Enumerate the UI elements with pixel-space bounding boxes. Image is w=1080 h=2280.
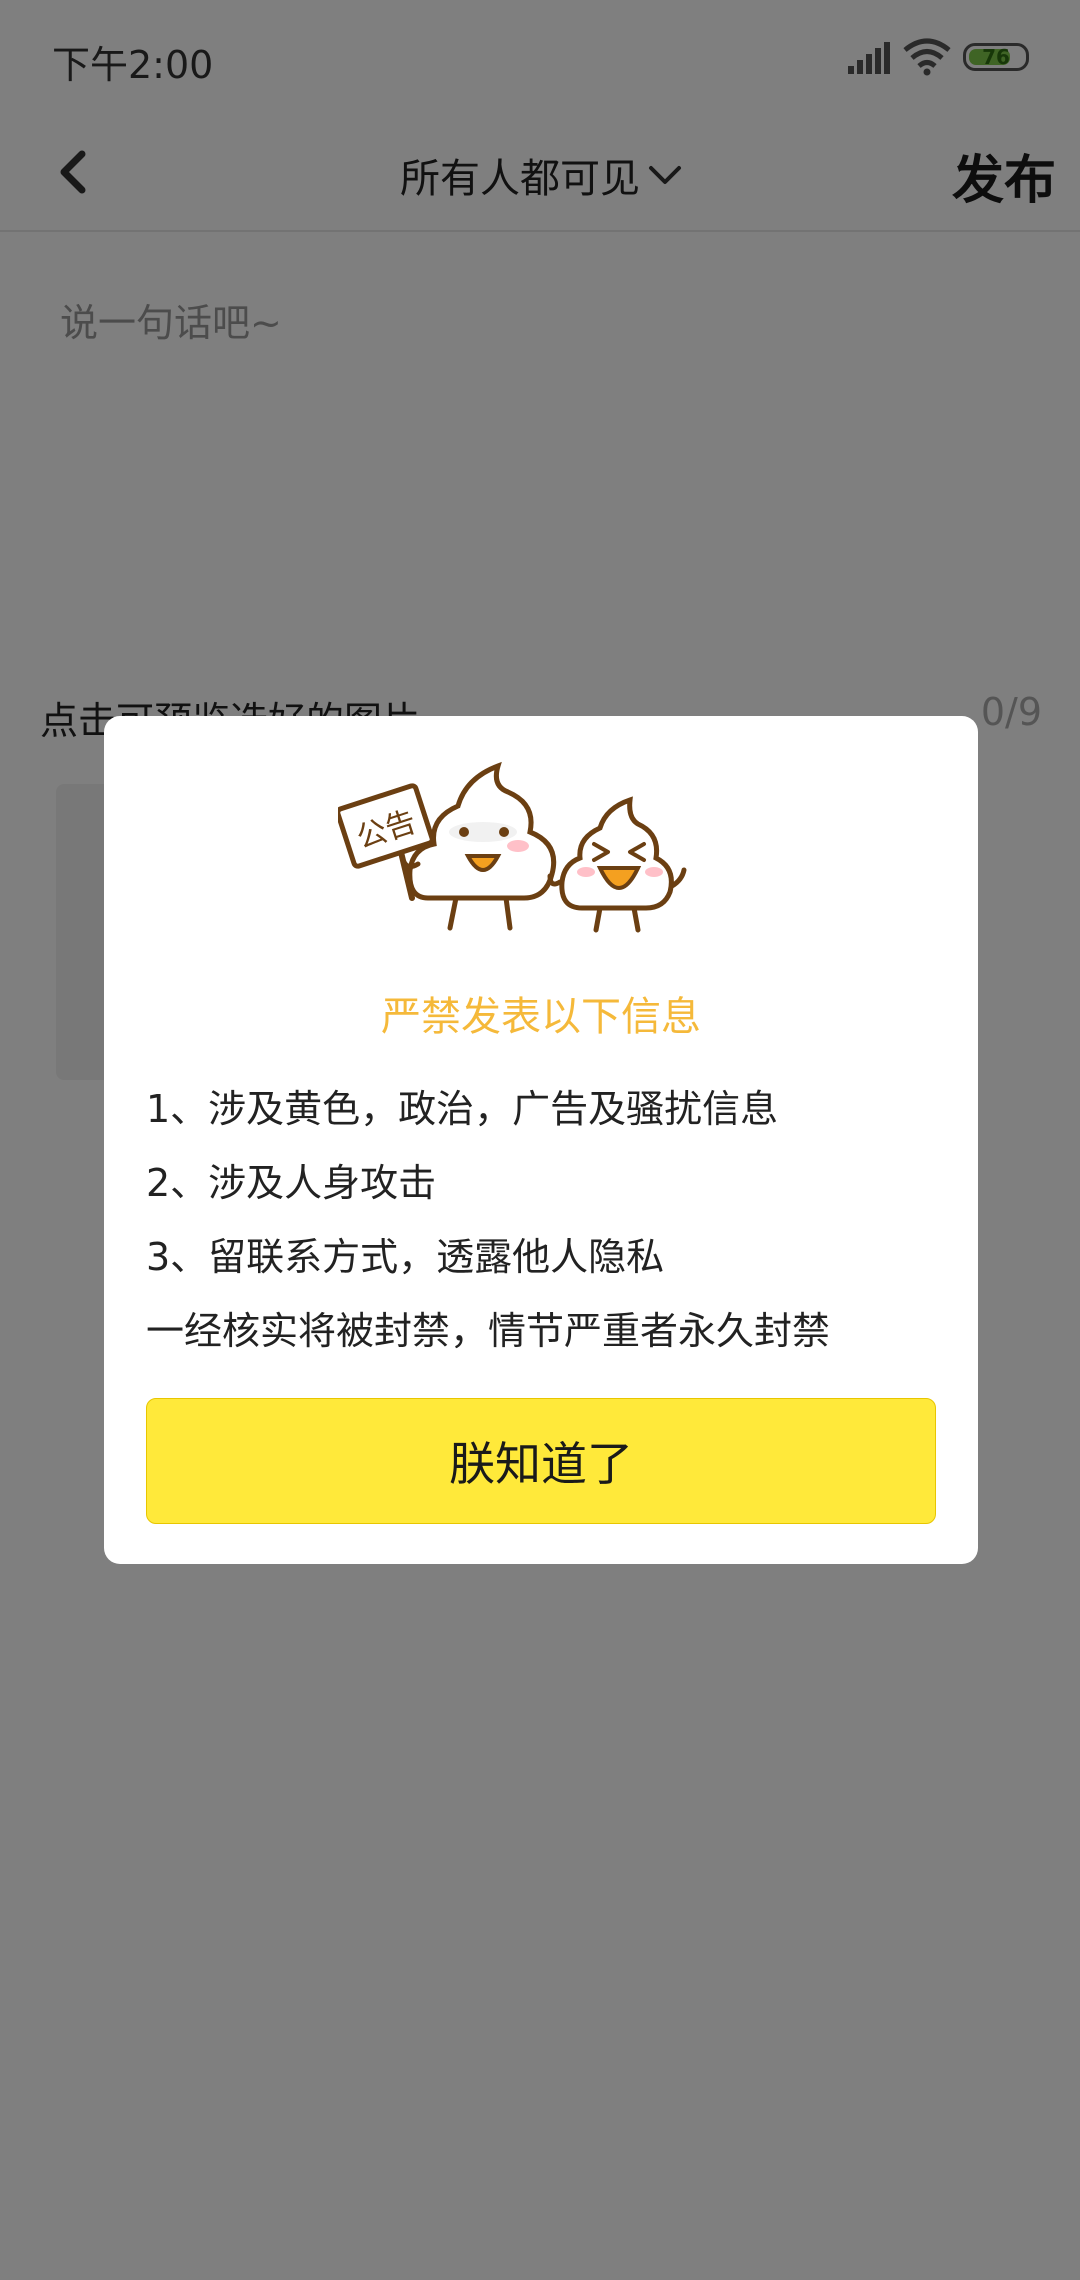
acknowledge-button[interactable]: 朕知道了 [146, 1398, 936, 1524]
mascot-illustration: 公告 [338, 761, 687, 933]
rule-item: 2、涉及人身攻击 [146, 1161, 437, 1205]
dialog-title: 严禁发表以下信息 [381, 994, 701, 1040]
rule-item: 一经核实将被封禁，情节严重者永久封禁 [146, 1309, 831, 1353]
rule-item: 3、留联系方式，透露他人隐私 [146, 1235, 665, 1279]
rules-list: 1、涉及黄色，政治，广告及骚扰信息 2、涉及人身攻击 3、留联系方式，透露他人隐… [146, 1080, 946, 1376]
announcement-dialog: 公告 严禁发表以下信息 1、涉及黄色，政治，广告及骚扰信息 2、涉及人身攻击 3… [104, 716, 978, 1564]
rule-item: 1、涉及黄色，政治，广告及骚扰信息 [146, 1087, 779, 1131]
